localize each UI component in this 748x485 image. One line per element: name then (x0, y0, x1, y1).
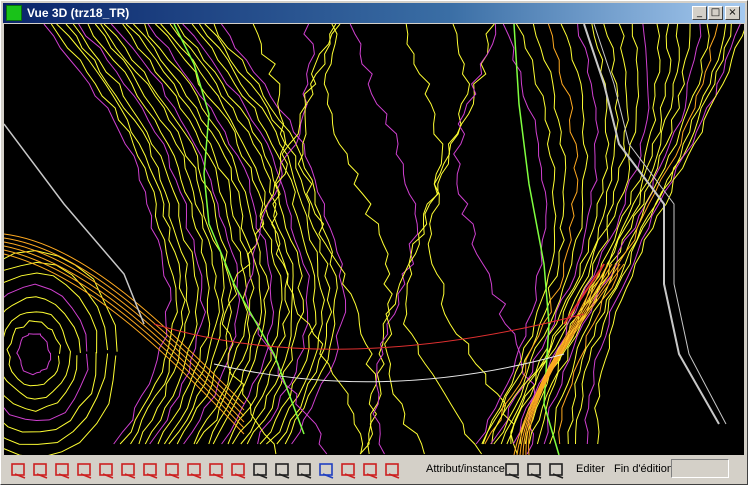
profile-icon[interactable] (547, 460, 567, 480)
rotate-icon[interactable] (207, 460, 227, 480)
triangulate-icon[interactable] (339, 460, 359, 480)
contour-line (4, 272, 98, 433)
contour-line (271, 24, 364, 455)
zoom-all-icon[interactable] (119, 460, 139, 480)
contour-line (4, 311, 72, 400)
contour-line (65, 24, 190, 445)
title-bar[interactable]: Vue 3D (trz18_TR) _ □ × (3, 3, 745, 23)
bottom-toolbar: Attribut/instance Editer Fin d'édition (3, 457, 745, 483)
app-icon (6, 5, 22, 21)
window-title: Vue 3D (trz18_TR) (27, 6, 130, 20)
contour-line (506, 24, 629, 445)
contour-line (72, 24, 199, 445)
contour-line (160, 24, 291, 445)
contour-line (155, 24, 283, 445)
orange-contour (4, 241, 245, 417)
contour-line (6, 320, 62, 387)
terrain-contour-map[interactable] (4, 24, 744, 455)
contour-line (297, 24, 377, 455)
road-line (4, 123, 145, 325)
contour-line (536, 24, 691, 445)
orange-contour (4, 249, 245, 429)
cross-tool-icon[interactable] (525, 460, 545, 480)
undo-icon[interactable] (317, 460, 337, 480)
contour-line (16, 333, 52, 376)
contour-line (543, 24, 702, 445)
contour-line (491, 24, 589, 445)
minimize-button[interactable]: _ (692, 6, 707, 20)
3d-view-canvas[interactable] (4, 24, 744, 455)
triangulate-edit-icon[interactable] (361, 460, 381, 480)
contour-line (500, 24, 619, 445)
walker-icon[interactable] (503, 460, 523, 480)
layers-icon[interactable] (141, 460, 161, 480)
contour-line (584, 24, 741, 445)
contour-line (4, 296, 81, 412)
contour-line (50, 24, 178, 445)
zoom-previous-icon[interactable] (75, 460, 95, 480)
edit-button[interactable]: Editer (576, 463, 605, 475)
maximize-button[interactable]: □ (708, 6, 723, 20)
contour-line (349, 24, 419, 455)
contour-line (484, 24, 579, 445)
main-window: Vue 3D (trz18_TR) _ □ × Attribut/instanc… (0, 0, 748, 485)
zoom-window-icon[interactable] (9, 460, 29, 480)
end-edit-button[interactable]: Fin d'édition (614, 463, 673, 475)
zoom-out-icon[interactable] (53, 460, 73, 480)
line-icon[interactable] (251, 460, 271, 480)
view-plan-icon[interactable] (163, 460, 183, 480)
view-frame-icon[interactable] (185, 460, 205, 480)
pencil-icon[interactable] (229, 460, 249, 480)
section-line-red (153, 313, 585, 350)
break-line-icon[interactable] (383, 460, 403, 480)
arc-icon[interactable] (295, 460, 315, 480)
polyline-icon[interactable] (273, 460, 293, 480)
zoom-in-icon[interactable] (31, 460, 51, 480)
contour-line (122, 24, 249, 445)
status-field (671, 459, 729, 478)
road-line (593, 24, 727, 425)
contour-line (4, 283, 89, 422)
close-button[interactable]: × (725, 6, 740, 20)
zoom-extents-icon[interactable] (97, 460, 117, 480)
contour-line (402, 24, 483, 455)
orange-contour (4, 237, 245, 411)
attribute-instance-button[interactable]: Attribut/instance (426, 463, 505, 475)
